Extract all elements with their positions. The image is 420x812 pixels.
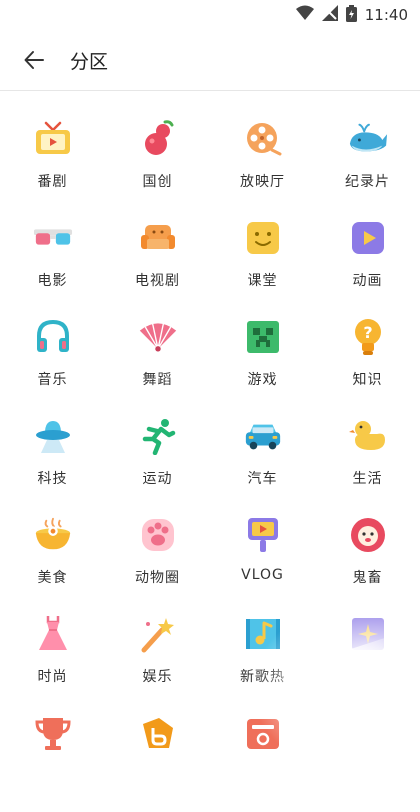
- status-time: 11:40: [364, 6, 408, 24]
- card-icon: [243, 713, 283, 753]
- category-partial-7-4[interactable]: [315, 614, 420, 713]
- category-knowledge[interactable]: ? 知识: [315, 317, 420, 416]
- category-food[interactable]: 美食: [0, 515, 105, 614]
- play-box-icon: [348, 218, 388, 258]
- category-music[interactable]: 音乐: [0, 317, 105, 416]
- back-arrow-icon: [24, 51, 44, 69]
- blank-icon: [348, 713, 388, 753]
- category-label: VLOG: [241, 567, 284, 583]
- category-label: 音乐: [37, 372, 68, 388]
- category-animation[interactable]: 动画: [315, 218, 420, 317]
- category-sports[interactable]: 运动: [105, 416, 210, 515]
- wifi-icon: [295, 5, 314, 25]
- svg-text:?: ?: [363, 323, 372, 342]
- lightbulb-icon: ?: [348, 317, 388, 357]
- category-car[interactable]: 汽车: [210, 416, 315, 515]
- category-label: 番剧: [37, 174, 68, 190]
- sofa-icon: [138, 218, 178, 258]
- category-empty-slot: [315, 713, 420, 812]
- category-vlog[interactable]: VLOG: [210, 515, 315, 614]
- tag-icon: [138, 713, 178, 753]
- vlog-camera-icon: [243, 515, 283, 555]
- page-title: 分区: [70, 50, 109, 73]
- category-label: 动物圈: [135, 570, 180, 586]
- dress-icon: [33, 614, 73, 654]
- category-grid: 番剧 国创 放映厅 纪录片 电影 电视剧 课堂 动画 音乐 舞蹈 游戏 ? 知识…: [0, 91, 420, 812]
- food-bowl-icon: [33, 515, 73, 555]
- signal-icon: [321, 5, 338, 25]
- duck-icon: [348, 416, 388, 456]
- magic-wand-icon: [138, 614, 178, 654]
- category-label: 时尚: [37, 669, 68, 685]
- category-anime[interactable]: 番剧: [0, 119, 105, 218]
- category-label: 电视剧: [135, 273, 180, 289]
- category-class[interactable]: 课堂: [210, 218, 315, 317]
- category-guochuang[interactable]: 国创: [105, 119, 210, 218]
- status-bar: 11:40: [0, 0, 420, 30]
- category-partial-7-2[interactable]: [105, 713, 210, 812]
- category-fashion[interactable]: 时尚: [0, 614, 105, 713]
- category-label: 生活: [352, 471, 383, 487]
- category-label: 新歌热: [240, 669, 285, 685]
- category-partial-7-1[interactable]: [0, 713, 105, 812]
- category-label: 运动: [142, 471, 173, 487]
- category-movie[interactable]: 电影: [0, 218, 105, 317]
- category-label: 国创: [142, 174, 173, 190]
- category-animals[interactable]: 动物圈: [105, 515, 210, 614]
- category-label: 电影: [37, 273, 68, 289]
- category-cinema[interactable]: 放映厅: [210, 119, 315, 218]
- category-documentary[interactable]: 纪录片: [315, 119, 420, 218]
- category-label: 舞蹈: [142, 372, 173, 388]
- category-label: 科技: [37, 471, 68, 487]
- fan-icon: [138, 317, 178, 357]
- category-label: 放映厅: [240, 174, 285, 190]
- category-game[interactable]: 游戏: [210, 317, 315, 416]
- category-label: 娱乐: [142, 669, 173, 685]
- category-tv-series[interactable]: 电视剧: [105, 218, 210, 317]
- game-face-icon: [243, 317, 283, 357]
- music-note-icon: [243, 614, 283, 654]
- gourd-icon: [138, 119, 178, 159]
- category-label: 游戏: [247, 372, 278, 388]
- category-label: 纪录片: [345, 174, 390, 190]
- whale-icon: [348, 119, 388, 159]
- sparkle-card-icon: [348, 614, 388, 654]
- paw-icon: [138, 515, 178, 555]
- 3d-glasses-icon: [33, 218, 73, 258]
- category-life[interactable]: 生活: [315, 416, 420, 515]
- category-dance[interactable]: 舞蹈: [105, 317, 210, 416]
- tv-icon: [33, 119, 73, 159]
- blackboard-icon: [243, 218, 283, 258]
- runner-icon: [138, 416, 178, 456]
- category-label: 鬼畜: [352, 570, 383, 586]
- category-label: 动画: [352, 273, 383, 289]
- category-tech[interactable]: 科技: [0, 416, 105, 515]
- header: 分区: [0, 30, 420, 91]
- battery-icon: [345, 4, 357, 26]
- car-icon: [243, 416, 283, 456]
- category-label: 课堂: [247, 273, 278, 289]
- category-new-songs[interactable]: 新歌热: [210, 614, 315, 713]
- lion-face-icon: [348, 515, 388, 555]
- headphones-icon: [33, 317, 73, 357]
- category-label: 汽车: [247, 471, 278, 487]
- back-button[interactable]: [20, 46, 48, 74]
- ufo-icon: [33, 416, 73, 456]
- category-label: 美食: [37, 570, 68, 586]
- category-partial-7-3[interactable]: [210, 713, 315, 812]
- category-entertainment[interactable]: 娱乐: [105, 614, 210, 713]
- category-label: 知识: [352, 372, 383, 388]
- category-kichiku[interactable]: 鬼畜: [315, 515, 420, 614]
- trophy-icon: [33, 713, 73, 753]
- film-reel-icon: [243, 119, 283, 159]
